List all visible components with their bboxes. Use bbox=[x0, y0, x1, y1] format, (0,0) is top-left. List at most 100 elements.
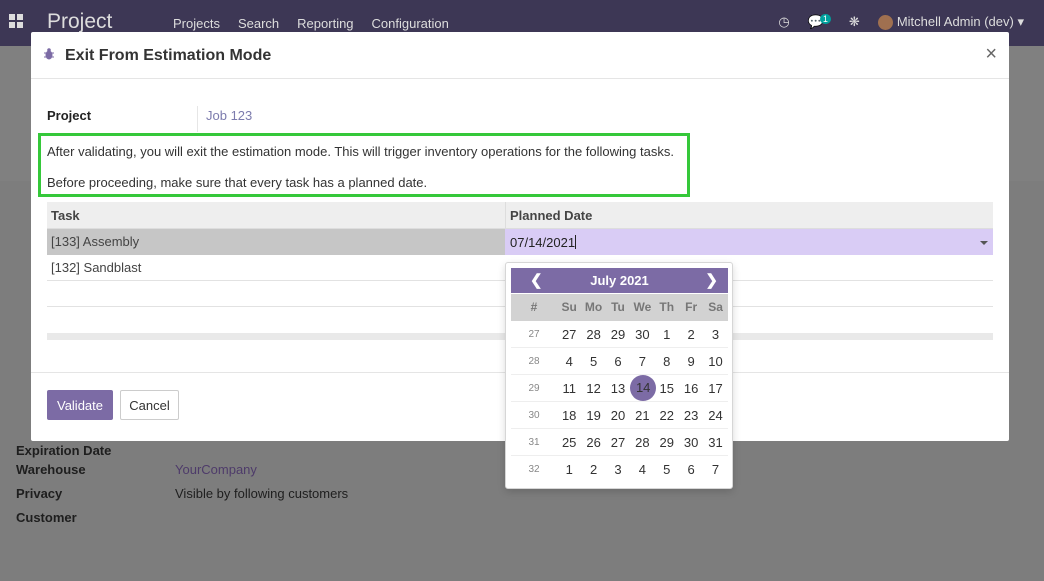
weekday-label: Mo bbox=[584, 300, 603, 314]
datepicker-day[interactable]: 1 bbox=[557, 462, 581, 477]
menu-projects[interactable]: Projects bbox=[173, 16, 220, 31]
datepicker-day[interactable]: 26 bbox=[581, 435, 605, 450]
project-label: Project bbox=[47, 108, 92, 123]
datepicker-day[interactable]: 29 bbox=[655, 435, 679, 450]
project-link[interactable]: Job 123 bbox=[206, 108, 252, 123]
datepicker-day[interactable]: 27 bbox=[557, 327, 581, 342]
cancel-button[interactable]: Cancel bbox=[120, 390, 179, 420]
datepicker-day[interactable]: 11 bbox=[557, 381, 581, 396]
datepicker-day[interactable]: 22 bbox=[655, 408, 679, 423]
datepicker-day[interactable]: 31 bbox=[703, 435, 727, 450]
datepicker-day[interactable]: 29 bbox=[606, 327, 630, 342]
apps-menu-icon[interactable] bbox=[9, 14, 23, 28]
notice-line-1: After validating, you will exit the esti… bbox=[47, 144, 674, 159]
week-number: 32 bbox=[528, 464, 540, 475]
datepicker-day[interactable]: 27 bbox=[606, 435, 630, 450]
week-number: 31 bbox=[528, 436, 540, 448]
datepicker-day[interactable]: 3 bbox=[703, 327, 727, 342]
datepicker-day[interactable]: 1 bbox=[655, 327, 679, 342]
expiration-date-label: Expiration Date bbox=[16, 443, 112, 458]
datepicker-day[interactable]: 20 bbox=[606, 408, 630, 423]
datepicker-day[interactable]: 21 bbox=[630, 408, 654, 423]
datepicker-day[interactable]: 4 bbox=[630, 462, 654, 477]
clock-icon[interactable]: ◷ bbox=[778, 14, 789, 30]
datepicker-day[interactable]: 9 bbox=[679, 354, 703, 369]
weekday-label: We bbox=[633, 300, 652, 314]
datepicker-day[interactable]: 28 bbox=[630, 435, 654, 450]
datepicker-day[interactable]: 3 bbox=[606, 462, 630, 477]
project-field: Project Job 123 bbox=[47, 106, 993, 132]
column-task[interactable]: Task bbox=[51, 208, 80, 223]
notice-line-2: Before proceeding, make sure that every … bbox=[47, 175, 428, 190]
weekday-label: Su bbox=[561, 300, 577, 314]
datepicker-day[interactable]: 15 bbox=[655, 381, 679, 396]
datepicker-day[interactable]: 30 bbox=[630, 327, 654, 342]
datepicker-day[interactable]: 6 bbox=[679, 462, 703, 477]
dialog-title: Exit From Estimation Mode bbox=[65, 47, 272, 64]
datepicker-day[interactable]: 7 bbox=[703, 462, 727, 477]
close-icon[interactable]: × bbox=[985, 43, 997, 66]
datepicker-day[interactable]: 30 bbox=[679, 435, 703, 450]
datepicker-week: 29 11 12 13 14 15 16 17 bbox=[511, 375, 728, 402]
datepicker-day[interactable]: 10 bbox=[703, 354, 727, 369]
warehouse-label: Warehouse bbox=[16, 462, 86, 477]
datepicker-day[interactable]: 5 bbox=[581, 354, 605, 369]
datepicker-day[interactable]: 8 bbox=[655, 354, 679, 369]
task-name: [132] Sandblast bbox=[51, 260, 142, 275]
app-brand: Project bbox=[47, 10, 113, 33]
main-menu: Projects Search Reporting Configuration bbox=[173, 16, 449, 31]
datepicker-weekdays: # Su Mo Tu We Th Fr Sa bbox=[511, 294, 728, 321]
dialog-header: Exit From Estimation Mode × bbox=[31, 32, 1009, 79]
planned-date-input[interactable]: 07/14/2021 bbox=[505, 229, 993, 255]
user-menu[interactable]: Mitchell Admin (dev) ▾ bbox=[877, 14, 1024, 31]
table-row[interactable]: [133] Assembly 07/14/2021 bbox=[47, 229, 993, 255]
datepicker-day[interactable]: 18 bbox=[557, 408, 581, 423]
datepicker-day[interactable]: 13 bbox=[606, 381, 630, 396]
datepicker-day[interactable]: 2 bbox=[679, 327, 703, 342]
chevron-right-icon[interactable]: ❯ bbox=[705, 271, 718, 289]
field-divider bbox=[197, 106, 198, 132]
datepicker-week: 27 27 28 29 30 1 2 3 bbox=[511, 321, 728, 348]
datepicker-day[interactable]: 23 bbox=[679, 408, 703, 423]
bug-icon bbox=[44, 48, 54, 60]
datepicker-day[interactable]: 7 bbox=[630, 354, 654, 369]
datepicker-day[interactable]: 28 bbox=[581, 327, 605, 342]
datepicker-day[interactable]: 12 bbox=[581, 381, 605, 396]
datepicker-day[interactable]: 14 bbox=[630, 375, 657, 401]
column-divider bbox=[505, 202, 506, 229]
debug-bug-icon[interactable]: ❋ bbox=[849, 14, 860, 30]
planned-date-value: 07/14/2021 bbox=[510, 235, 576, 250]
selected-day[interactable]: 14 bbox=[630, 375, 657, 401]
validate-button[interactable]: Validate bbox=[47, 390, 113, 420]
chat-icon[interactable]: 💬1 bbox=[808, 14, 831, 30]
datepicker-day[interactable]: 6 bbox=[606, 354, 630, 369]
task-name: [133] Assembly bbox=[51, 234, 140, 249]
weekday-label: Sa bbox=[708, 300, 723, 314]
table-header: Task Planned Date bbox=[47, 202, 993, 229]
datepicker-day[interactable]: 5 bbox=[655, 462, 679, 477]
avatar bbox=[877, 15, 893, 31]
week-number: 28 bbox=[528, 355, 540, 367]
datepicker-day[interactable]: 19 bbox=[581, 408, 605, 423]
datepicker-day[interactable]: 17 bbox=[703, 381, 727, 396]
datepicker-week: 28 4 5 6 7 8 9 10 bbox=[511, 348, 728, 375]
datepicker-month[interactable]: July 2021 bbox=[511, 273, 728, 288]
validation-notice: After validating, you will exit the esti… bbox=[38, 133, 690, 197]
menu-configuration[interactable]: Configuration bbox=[372, 16, 449, 31]
datepicker-day[interactable]: 25 bbox=[557, 435, 581, 450]
datepicker-day[interactable]: 16 bbox=[679, 381, 703, 396]
menu-reporting[interactable]: Reporting bbox=[297, 16, 353, 31]
datepicker-popup: ❮ July 2021 ❯ # Su Mo Tu We Th Fr Sa 27 2… bbox=[505, 262, 733, 489]
column-planned-date[interactable]: Planned Date bbox=[510, 208, 592, 223]
datepicker-day[interactable]: 4 bbox=[557, 354, 581, 369]
datepicker-day[interactable]: 2 bbox=[581, 462, 605, 477]
datepicker-week: 30 18 19 20 21 22 23 24 bbox=[511, 402, 728, 429]
warehouse-value[interactable]: YourCompany bbox=[175, 462, 257, 477]
dropdown-arrow-icon[interactable] bbox=[980, 241, 988, 245]
datepicker-header: ❮ July 2021 ❯ bbox=[511, 268, 728, 293]
datepicker-week: 32 1 2 3 4 5 6 7 bbox=[511, 456, 728, 483]
menu-search[interactable]: Search bbox=[238, 16, 279, 31]
datepicker-day[interactable]: 24 bbox=[703, 408, 727, 423]
customer-label: Customer bbox=[16, 510, 77, 525]
privacy-value: Visible by following customers bbox=[175, 486, 349, 501]
